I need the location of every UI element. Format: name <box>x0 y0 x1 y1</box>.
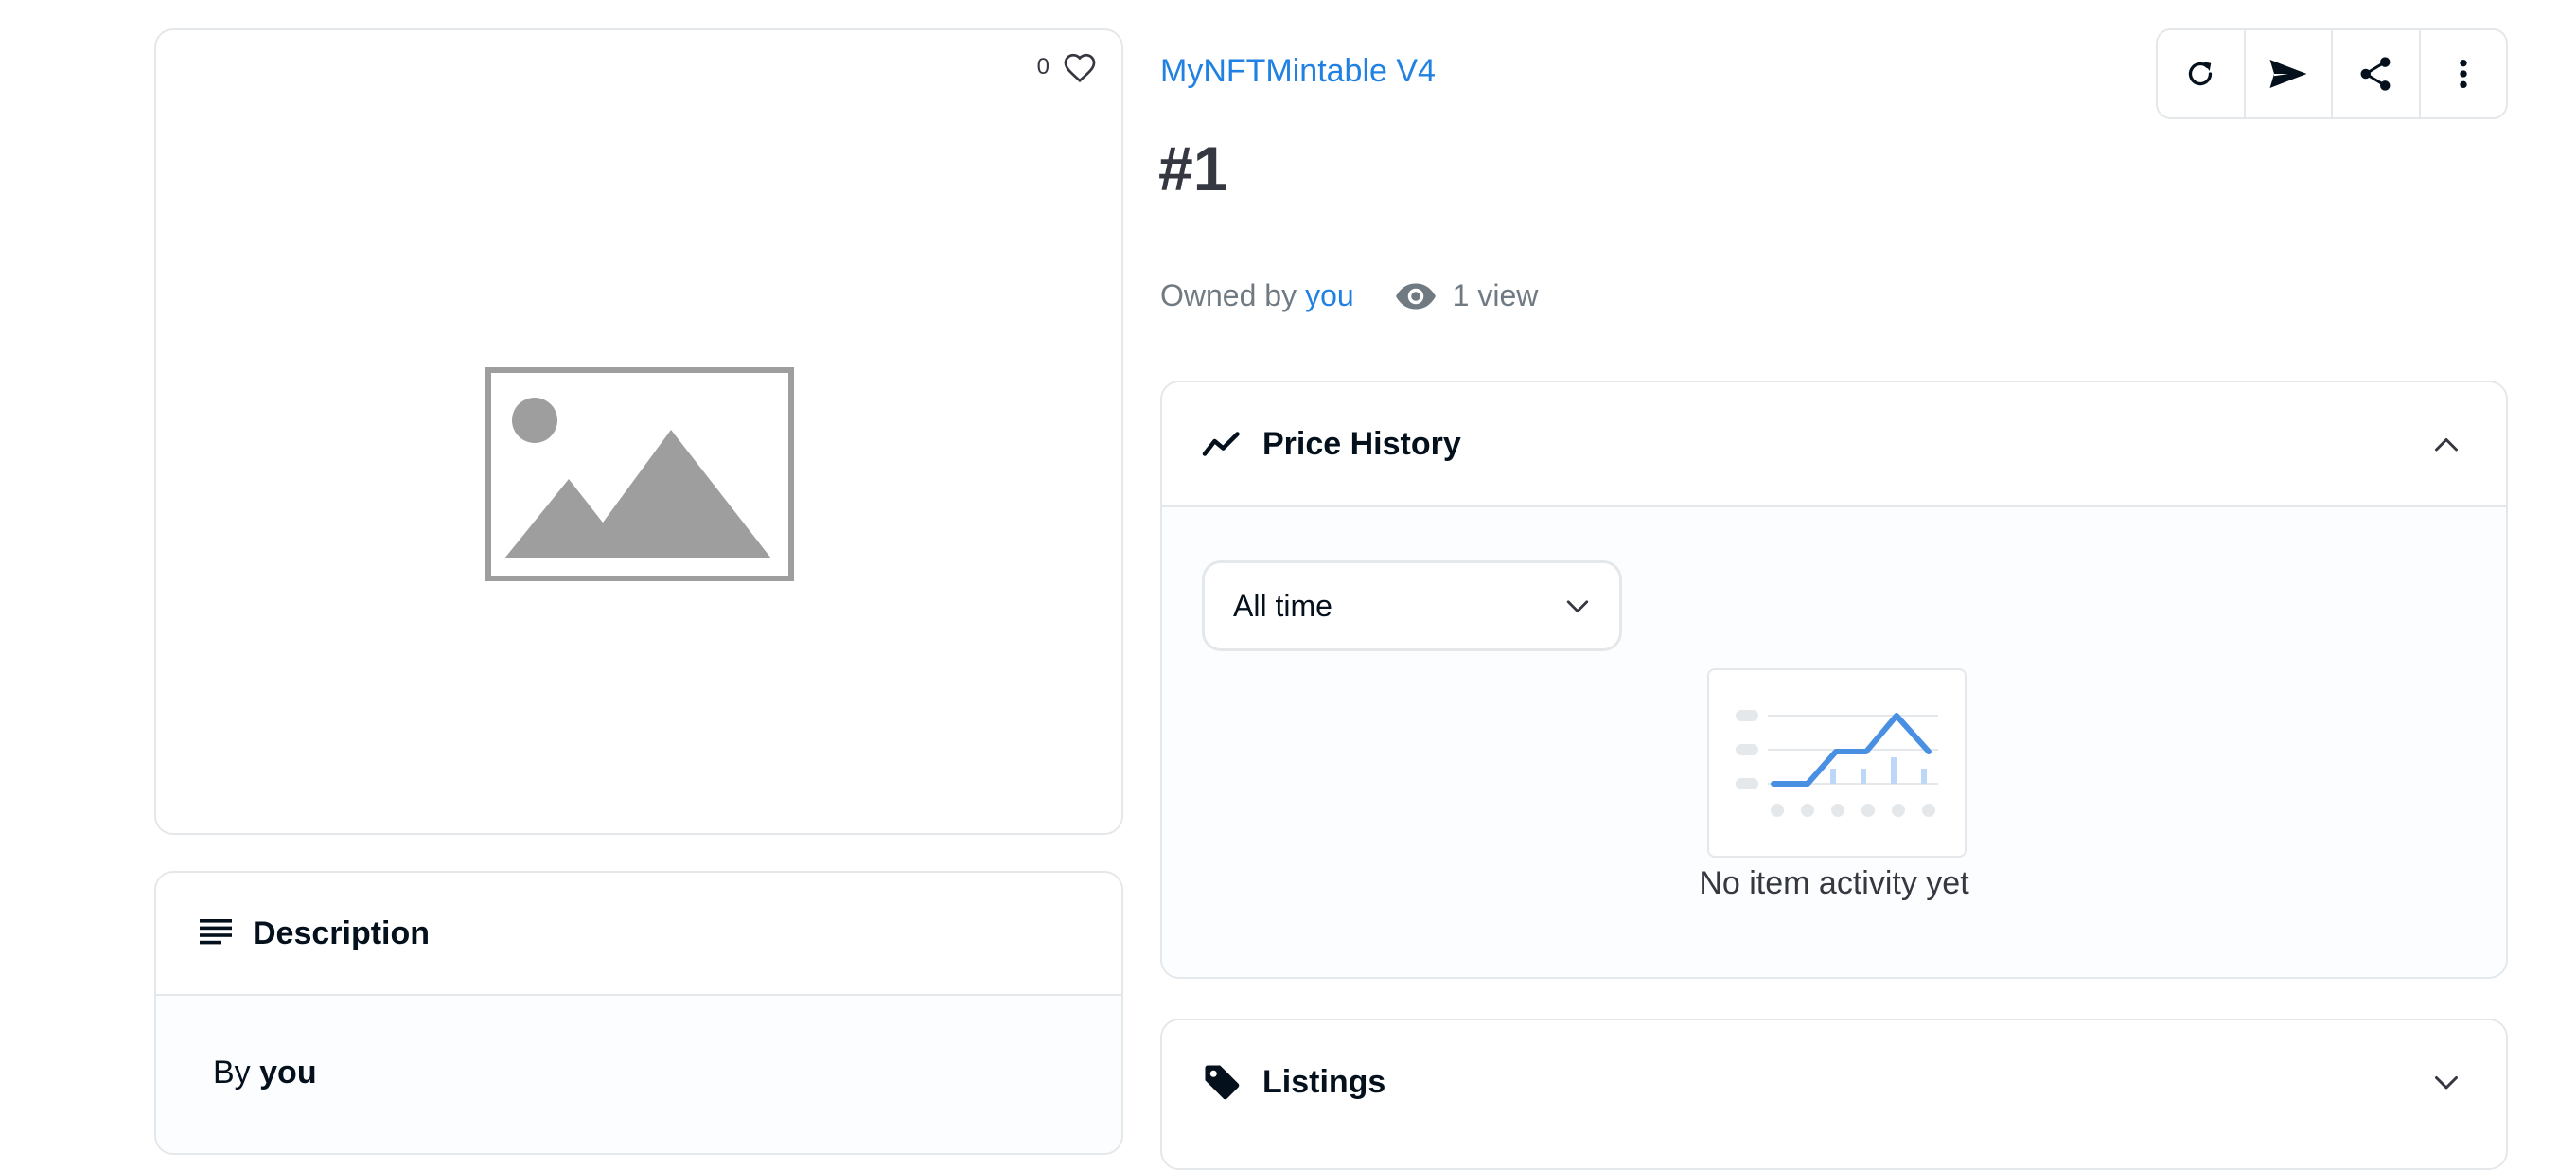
views-text: 1 view <box>1452 278 1539 312</box>
collection-link[interactable]: MyNFTMintable V4 <box>1160 53 1436 90</box>
price-history-header[interactable]: Price History <box>1162 382 2506 507</box>
view-count: 1 view <box>1394 278 1539 313</box>
creator-name[interactable]: you <box>259 1055 316 1090</box>
tag-icon <box>1205 1065 1240 1100</box>
chevron-down-icon[interactable] <box>2432 1072 2461 1091</box>
heart-icon[interactable] <box>1063 51 1097 83</box>
owned-by-label: Owned by <box>1160 278 1297 312</box>
chevron-up-icon[interactable] <box>2432 434 2461 453</box>
listings-header[interactable]: Listings <box>1162 1020 2506 1143</box>
price-history-title: Price History <box>1262 425 1461 462</box>
creator-line: By you <box>156 996 1121 1091</box>
empty-chart-icon <box>1736 710 1938 817</box>
more-options-button[interactable] <box>2421 30 2507 117</box>
listings-panel: Listings <box>1160 1019 2508 1170</box>
refresh-icon <box>2189 62 2213 86</box>
item-meta: Owned by you 1 view <box>1160 278 1538 313</box>
transfer-button[interactable] <box>2246 30 2333 117</box>
token-title: #1 <box>1158 133 1228 204</box>
time-range-value: All time <box>1233 588 1332 623</box>
description-panel: Description By you <box>154 871 1123 1155</box>
listings-title: Listings <box>1262 1063 1386 1100</box>
description-header[interactable]: Description <box>156 873 1121 996</box>
share-button[interactable] <box>2333 30 2421 117</box>
description-title: Description <box>253 914 431 951</box>
eye-icon <box>1395 283 1436 309</box>
chevron-down-icon <box>1566 600 1589 612</box>
trending-line-icon <box>1202 432 1240 456</box>
description-lines-icon <box>200 919 232 945</box>
item-actions-toolbar <box>2156 28 2508 119</box>
owner-link[interactable]: you <box>1305 278 1354 313</box>
send-icon <box>2269 60 2307 88</box>
share-icon <box>2360 57 2391 91</box>
image-placeholder-icon <box>485 367 794 581</box>
refresh-button[interactable] <box>2158 30 2246 117</box>
empty-state-text: No item activity yet <box>1699 865 1969 901</box>
more-vertical-icon <box>2460 59 2467 89</box>
empty-chart-illustration <box>1707 668 1967 858</box>
time-range-select[interactable]: All time <box>1202 560 1622 651</box>
price-history-panel: Price History All time No item activity … <box>1160 381 2508 979</box>
favorite-count: 0 <box>1036 54 1050 80</box>
item-media-card: 0 <box>154 28 1123 835</box>
favorite-control[interactable]: 0 <box>1037 51 1097 83</box>
by-prefix: By <box>213 1055 251 1090</box>
